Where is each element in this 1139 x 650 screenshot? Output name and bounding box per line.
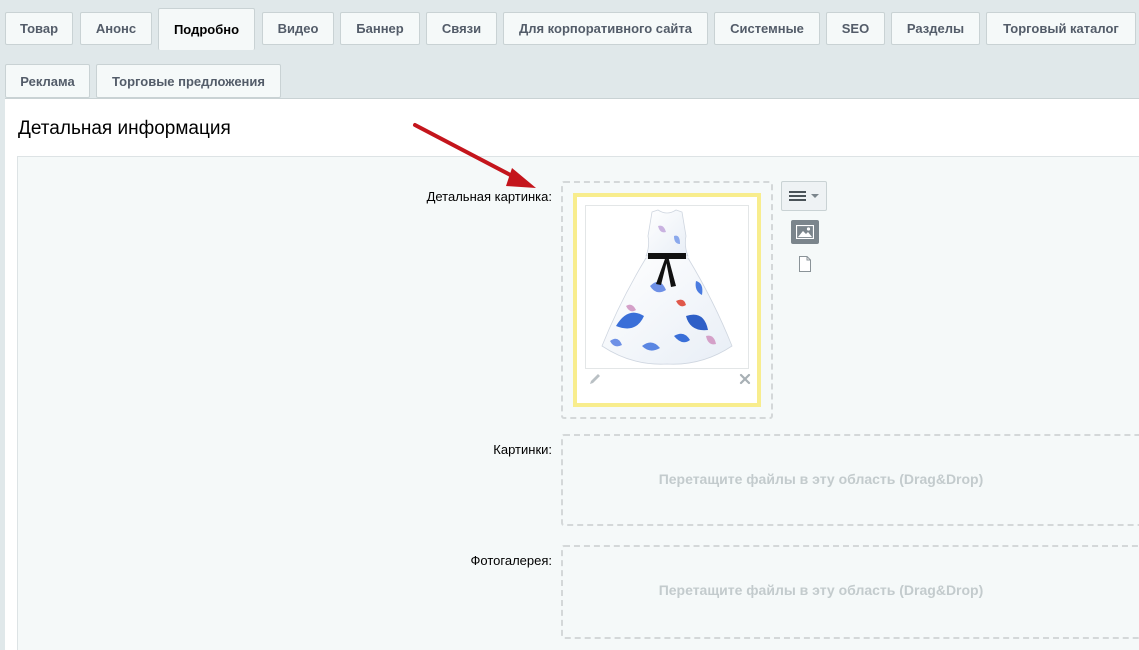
file-icon[interactable] <box>798 256 812 272</box>
pictures-drop-zone[interactable]: Перетащите файлы в эту область (Drag&Dro… <box>561 434 1139 526</box>
gallery-drop-zone[interactable]: Перетащите файлы в эту область (Drag&Dro… <box>561 545 1139 639</box>
pictures-drop-text: Перетащите файлы в эту область (Drag&Dro… <box>658 471 984 487</box>
tab-label: Разделы <box>906 21 965 36</box>
tab-label: Баннер <box>356 21 404 36</box>
tab-label: Товар <box>19 21 59 36</box>
gallery-label: Фотогалерея: <box>470 553 552 568</box>
tab-banner[interactable]: Баннер <box>340 12 420 45</box>
pictures-label: Картинки: <box>493 442 552 457</box>
tab-seo[interactable]: SEO <box>826 12 885 45</box>
section-body: Детальная картинка: Картинки: Фотогалере… <box>17 156 1139 650</box>
tab-label: Подробно <box>173 22 240 37</box>
tab-label: Торговый каталог <box>1003 21 1119 36</box>
tab-label: Торговые предложения <box>112 73 265 89</box>
dress-illustration <box>601 209 733 365</box>
tab-label: Для корпоративного сайта <box>518 21 693 36</box>
tab-podrobno[interactable]: Подробно <box>158 8 255 50</box>
tab-content: Детальная информация Детальная картинка:… <box>5 98 1139 650</box>
tab-label: Видео <box>277 21 319 36</box>
tab-video[interactable]: Видео <box>262 12 334 45</box>
tab-label: Системные <box>730 21 804 36</box>
menu-icon <box>789 191 806 201</box>
detail-picture-label: Детальная картинка: <box>426 189 552 204</box>
pencil-icon[interactable] <box>587 371 603 387</box>
tab-label: Анонс <box>95 21 137 36</box>
close-icon[interactable] <box>738 372 752 386</box>
tabs-row-2: Реклама Торговые предложения <box>0 50 1139 98</box>
image-mode-button[interactable] <box>791 220 819 244</box>
image-icon <box>796 225 814 239</box>
tab-svyazi[interactable]: Связи <box>426 12 497 45</box>
detail-picture-preview[interactable] <box>573 193 761 407</box>
tab-razdely[interactable]: Разделы <box>891 12 980 45</box>
tab-sistemnye[interactable]: Системные <box>714 12 820 45</box>
section-title: Детальная информация <box>18 118 231 139</box>
chevron-down-icon <box>811 194 819 198</box>
tab-label: SEO <box>841 21 870 36</box>
tab-trade-offers[interactable]: Торговые предложения <box>96 64 281 98</box>
tab-tovar[interactable]: Товар <box>5 12 73 45</box>
menu-button[interactable] <box>781 181 827 211</box>
tabs-row-1: Товар Анонс Подробно Видео Баннер Связи … <box>0 0 1139 50</box>
tab-reklama[interactable]: Реклама <box>5 64 90 98</box>
tab-label: Реклама <box>20 73 75 89</box>
tab-label: Связи <box>441 21 482 36</box>
detail-picture-uploader[interactable] <box>561 181 773 419</box>
tab-anons[interactable]: Анонс <box>80 12 152 45</box>
dress-image <box>585 205 749 369</box>
tab-corporate-site[interactable]: Для корпоративного сайта <box>503 12 708 45</box>
tab-trade-catalog[interactable]: Торговый каталог <box>986 12 1136 45</box>
gallery-drop-text: Перетащите файлы в эту область (Drag&Dro… <box>658 582 984 598</box>
